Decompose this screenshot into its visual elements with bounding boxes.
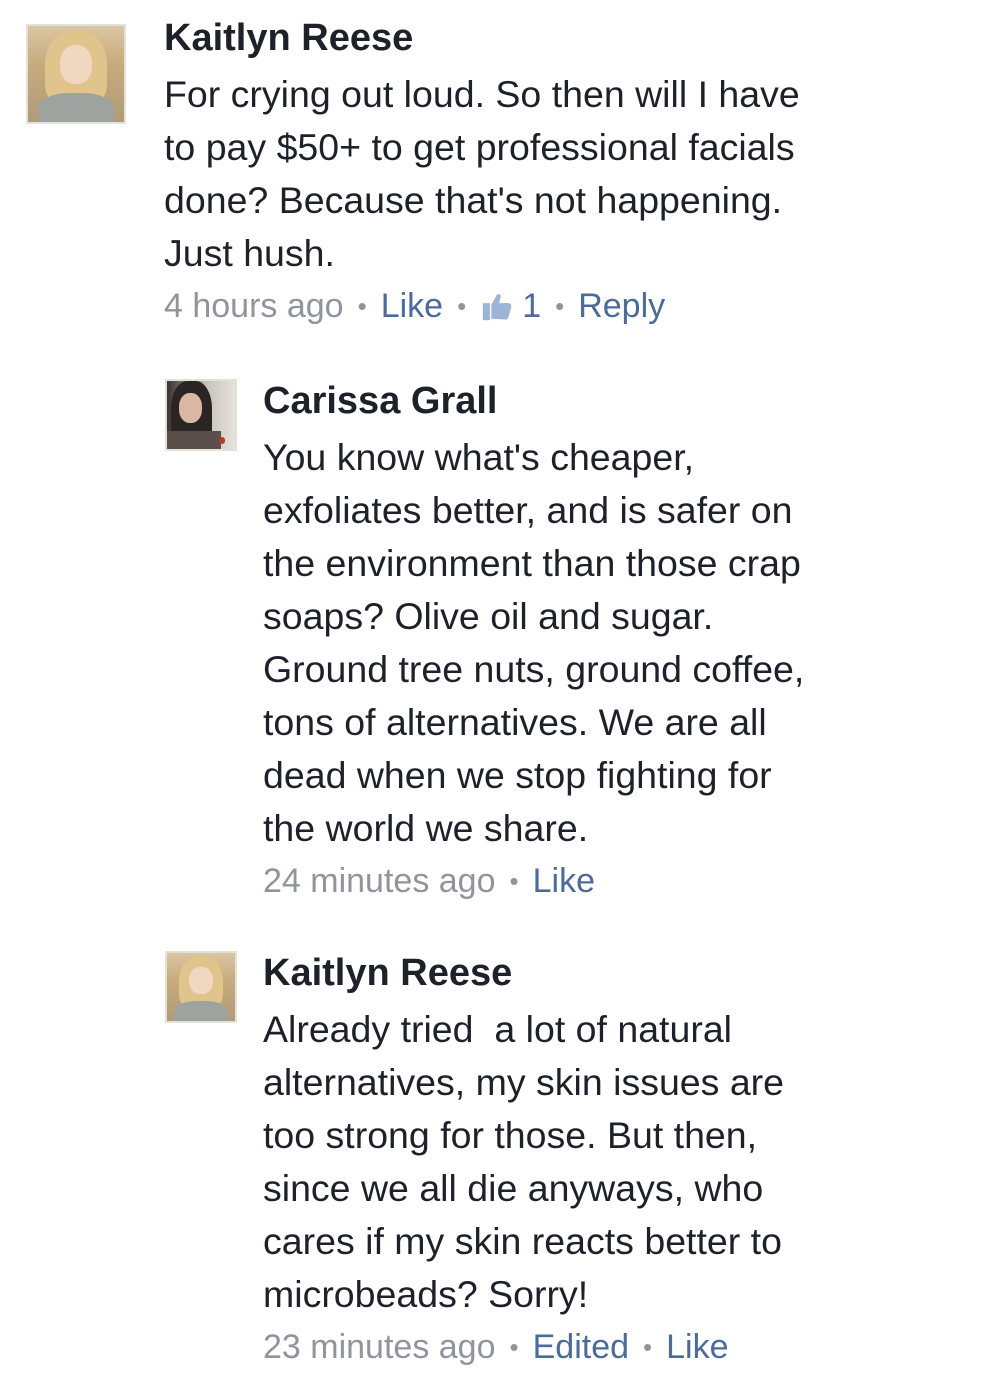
separator-dot: • [357, 291, 367, 321]
comment-timestamp: 4 hours ago [164, 287, 344, 325]
reply-comment: Kaitlyn Reese Already tried a lot of nat… [165, 951, 965, 1369]
avatar[interactable] [26, 24, 126, 124]
edited-link[interactable]: Edited [533, 1325, 629, 1369]
comment-author[interactable]: Kaitlyn Reese [263, 951, 965, 995]
avatar[interactable] [165, 379, 237, 451]
like-count-value: 1 [522, 287, 542, 325]
like-link[interactable]: Like [381, 284, 443, 328]
comment-author[interactable]: Kaitlyn Reese [164, 16, 966, 60]
avatar[interactable] [165, 951, 237, 1023]
like-link[interactable]: Like [666, 1325, 728, 1369]
comment-meta: 23 minutes ago • Edited • Like [263, 1325, 965, 1369]
comment-text: You know what's cheaper, exfoliates bett… [263, 436, 805, 849]
comment-meta: 4 hours ago • Like • 1 • Reply [164, 284, 966, 328]
comment-timestamp: 23 minutes ago [263, 1328, 496, 1366]
comment: Kaitlyn Reese For crying out loud. So th… [26, 17, 966, 328]
like-count[interactable]: 1 [480, 284, 541, 328]
separator-dot: • [643, 1332, 653, 1362]
reply-comment: Carissa Grall You know what's cheaper, e… [165, 379, 965, 903]
separator-dot: • [457, 291, 467, 321]
comment-author[interactable]: Carissa Grall [263, 379, 965, 423]
separator-dot: • [555, 291, 565, 321]
comment-timestamp: 24 minutes ago [263, 862, 496, 900]
separator-dot: • [509, 866, 519, 896]
comment-meta: 24 minutes ago • Like [263, 859, 965, 903]
separator-dot: • [509, 1332, 519, 1362]
thumbs-up-icon [483, 294, 512, 321]
like-link[interactable]: Like [533, 859, 595, 903]
comment-text: Already tried a lot of natural alternati… [263, 1008, 785, 1315]
reply-link[interactable]: Reply [578, 284, 665, 328]
comment-text: For crying out loud. So then will I have… [164, 73, 800, 274]
